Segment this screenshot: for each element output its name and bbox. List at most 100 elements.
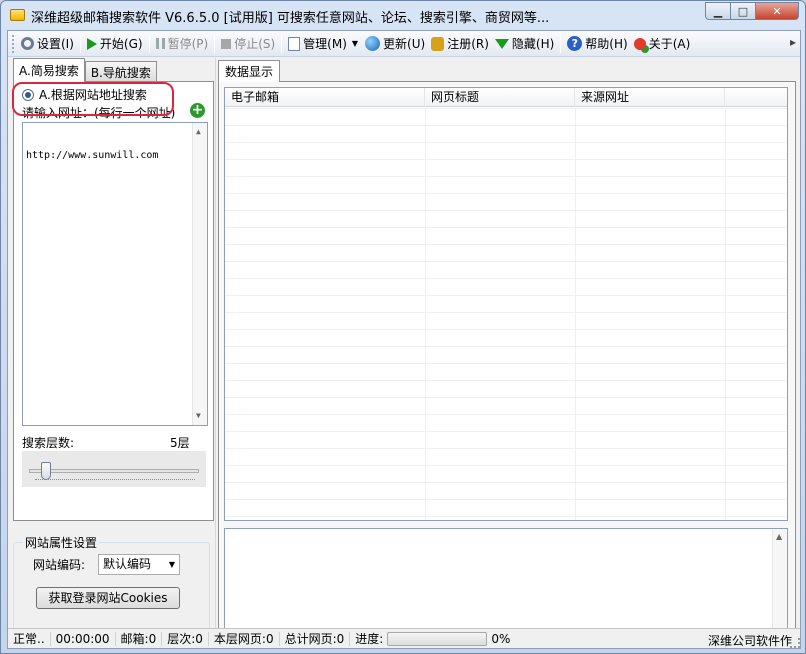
radio-label: A.根据网站地址搜索: [39, 88, 147, 102]
update-label: 更新(U): [383, 37, 426, 51]
minimize-icon: ▁: [713, 4, 723, 18]
window-title: 深维超级邮箱搜索软件 V6.6.5.0 [试用版] 可搜索任意网站、论坛、搜索引…: [31, 11, 550, 26]
settings-button[interactable]: 设置(I): [18, 33, 77, 55]
close-icon: ✕: [772, 4, 782, 18]
stop-button[interactable]: 停止(S): [218, 33, 278, 55]
slider-ticks: [35, 479, 195, 482]
status-bar: 正常.. 00:00:00 邮箱:0 层次:0 本层网页:0 总计网页:0 进度…: [8, 628, 800, 648]
data-display-panel: 电子邮箱 网页标题 来源网址 ▲ ▼: [218, 81, 796, 648]
status-level: 层次:0: [162, 631, 209, 646]
register-label: 注册(R): [447, 37, 489, 51]
grid-header: 电子邮箱 网页标题 来源网址: [225, 88, 787, 107]
depth-value: 5层: [170, 436, 190, 450]
download-arrow-icon: [494, 38, 509, 49]
hide-button[interactable]: 隐藏(H): [492, 33, 557, 55]
status-mailbox-count: 邮箱:0: [116, 631, 163, 646]
progress-percent: 0%: [491, 631, 511, 646]
tab-simple-search[interactable]: A.简易搜索: [13, 58, 85, 82]
search-by-url-option[interactable]: A.根据网站地址搜索: [22, 86, 147, 103]
scroll-down-icon[interactable]: ▼: [196, 410, 201, 422]
stop-label: 停止(S): [234, 37, 276, 51]
toolbar-grip[interactable]: [12, 34, 15, 53]
progress-label: 进度:: [355, 632, 384, 646]
radio-button[interactable]: [22, 88, 34, 101]
grid-empty-rows: [225, 108, 787, 520]
encoding-value: 默认编码: [103, 557, 152, 571]
maximize-button[interactable]: □: [730, 2, 756, 20]
pause-button[interactable]: 暂停(P): [153, 33, 212, 55]
toolbar-separator: [148, 34, 150, 53]
gear-icon: [21, 37, 34, 50]
pause-label: 暂停(P): [167, 37, 209, 51]
search-mode-tabs: A.简易搜索 B.导航搜索: [13, 58, 157, 82]
client-area: 设置(I) 开始(G) 暂停(P) 停止(S) 管理(M) ▼ 更新(U) 注册…: [7, 30, 801, 649]
close-button[interactable]: ✕: [755, 2, 799, 20]
column-header-title[interactable]: 网页标题: [425, 88, 575, 107]
get-cookies-button[interactable]: 获取登录网站Cookies: [36, 587, 180, 609]
url-input-value: http://www.sunwill.com: [26, 150, 159, 161]
radio-selected-dot: [25, 91, 31, 98]
toolbar-separator: [79, 34, 81, 53]
app-window: 深维超级邮箱搜索软件 V6.6.5.0 [试用版] 可搜索任意网站、论坛、搜索引…: [0, 0, 806, 654]
right-panel: 数据显示 电子邮箱 网页标题 来源网址 ▲ ▼: [218, 58, 800, 648]
help-label: 帮助(H): [585, 37, 628, 51]
globe-icon: [365, 36, 381, 51]
slider-track[interactable]: [29, 469, 199, 473]
toolbar: 设置(I) 开始(G) 暂停(P) 停止(S) 管理(M) ▼ 更新(U) 注册…: [8, 31, 800, 57]
key-icon: [431, 36, 445, 51]
url-input-scrollbar[interactable]: ▲ ▼: [192, 123, 207, 425]
add-icon[interactable]: +: [190, 103, 205, 118]
simple-search-panel: A.根据网站地址搜索 请输入网址：(每行一个网址) + http://www.s…: [13, 81, 214, 521]
log-scrollbar[interactable]: ▲ ▼: [772, 529, 787, 643]
panel-splitter[interactable]: [215, 58, 216, 648]
resize-grip[interactable]: [790, 638, 800, 648]
url-input[interactable]: http://www.sunwill.com ▲ ▼: [22, 122, 208, 426]
status-total-pages: 总计网页:0: [280, 631, 351, 646]
about-icon: [633, 37, 646, 50]
left-panel: A.简易搜索 B.导航搜索 A.根据网站地址搜索 请输入网址：(每行一个网址) …: [9, 58, 215, 521]
progress-bar: [387, 631, 488, 646]
chevron-down-icon: ▼: [168, 560, 175, 569]
pause-icon: [155, 38, 165, 49]
encoding-label: 网站编码:: [33, 558, 86, 572]
depth-slider[interactable]: [22, 451, 206, 487]
start-label: 开始(G): [99, 37, 143, 51]
properties-legend: 网站属性设置: [23, 534, 100, 551]
status-state: 正常..: [8, 631, 51, 646]
manage-button[interactable]: 管理(M): [285, 33, 350, 55]
minimize-button[interactable]: ▁: [705, 2, 731, 20]
about-label: 关于(A): [648, 37, 691, 51]
help-button[interactable]: ? 帮助(H): [564, 33, 630, 55]
tab-data-display[interactable]: 数据显示: [218, 60, 281, 82]
update-button[interactable]: 更新(U): [362, 33, 428, 55]
toolbar-overflow-icon[interactable]: ▸: [790, 35, 796, 49]
column-header-source[interactable]: 来源网址: [575, 88, 725, 107]
scroll-up-icon[interactable]: ▲: [776, 532, 782, 541]
status-layer-pages: 本层网页:0: [209, 631, 280, 646]
log-output[interactable]: ▲ ▼: [224, 528, 788, 644]
chevron-down-icon[interactable]: ▼: [352, 39, 358, 48]
toolbar-separator: [281, 34, 283, 53]
slider-thumb[interactable]: [41, 462, 51, 480]
column-header-email[interactable]: 电子邮箱: [225, 88, 425, 107]
start-button[interactable]: 开始(G): [84, 33, 146, 55]
status-company: 深维公司软件作: [707, 634, 792, 648]
about-button[interactable]: 关于(A): [631, 33, 694, 55]
toolbar-separator: [560, 34, 562, 53]
status-time: 00:00:00: [51, 631, 116, 646]
play-icon: [86, 37, 97, 50]
column-header-filler: [725, 88, 787, 107]
help-icon: ?: [567, 36, 583, 51]
url-prompt: 请输入网址：(每行一个网址): [22, 106, 176, 120]
encoding-select[interactable]: 默认编码 ▼: [98, 554, 180, 575]
register-button[interactable]: 注册(R): [428, 33, 492, 55]
window-controls: ▁ □ ✕: [705, 2, 799, 20]
hide-label: 隐藏(H): [511, 37, 555, 51]
results-grid[interactable]: 电子邮箱 网页标题 来源网址: [224, 87, 788, 521]
document-icon: [288, 36, 301, 51]
envelope-icon: [10, 9, 25, 21]
title-bar: 深维超级邮箱搜索软件 V6.6.5.0 [试用版] 可搜索任意网站、论坛、搜索引…: [1, 1, 805, 30]
scroll-up-icon[interactable]: ▲: [196, 126, 201, 138]
tab-navigation-search[interactable]: B.导航搜索: [84, 61, 157, 82]
maximize-icon: □: [737, 4, 749, 18]
